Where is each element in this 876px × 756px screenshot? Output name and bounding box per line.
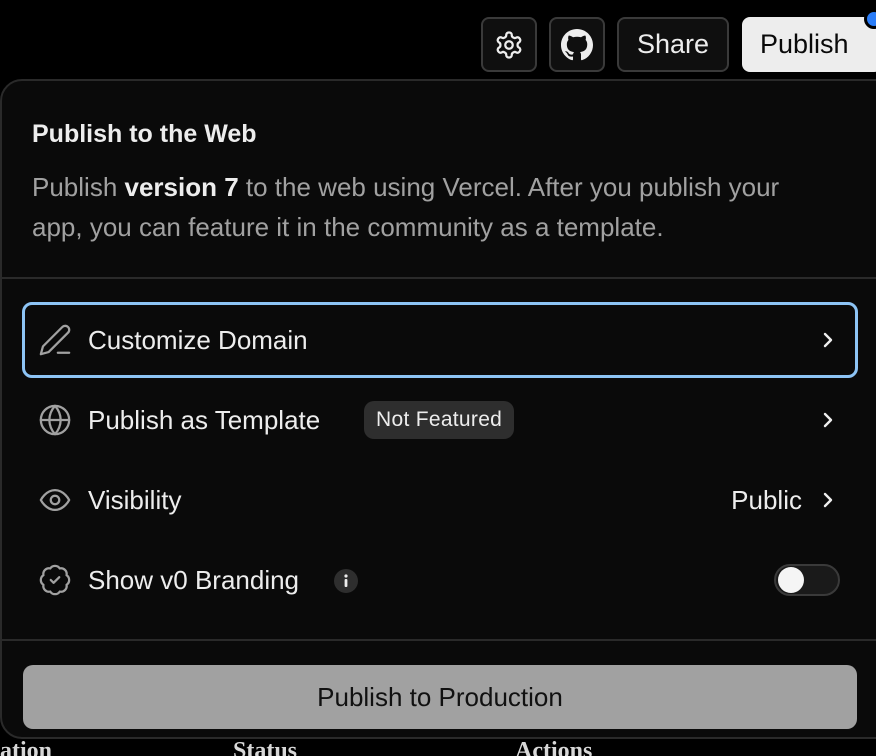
publish-template-label: Publish as Template (88, 404, 321, 435)
publish-template-row[interactable]: Publish as Template Not Featured (22, 382, 858, 458)
visibility-row[interactable]: Visibility Public (22, 462, 858, 538)
background-column-label: Status (233, 738, 298, 756)
branding-label: Show v0 Branding (88, 564, 300, 595)
toggle-knob (778, 567, 804, 593)
pencil-icon (39, 324, 71, 356)
badge-check-icon (39, 564, 71, 596)
publish-button[interactable]: Publish (742, 17, 876, 72)
top-toolbar: Share Publish (0, 0, 876, 80)
visibility-label: Visibility (88, 484, 182, 515)
publish-popover: Publish to the Web Publish version 7 to … (0, 79, 876, 739)
info-icon[interactable] (334, 569, 358, 593)
visibility-value: Public (731, 484, 802, 515)
gear-icon (496, 30, 522, 59)
chevron-right-icon (823, 492, 833, 508)
github-icon (561, 28, 593, 60)
divider (2, 639, 876, 641)
background-column-label: ation (0, 738, 53, 756)
background-column-label: Actions (515, 738, 593, 756)
publish-production-button[interactable]: Publish to Production (23, 665, 857, 729)
branding-row: Show v0 Branding (22, 542, 858, 618)
customize-domain-row[interactable]: Customize Domain (22, 302, 858, 378)
customize-domain-label: Customize Domain (88, 324, 308, 355)
settings-button[interactable] (481, 17, 537, 72)
globe-icon (39, 404, 71, 436)
branding-toggle[interactable] (774, 564, 840, 596)
panel-title: Publish to the Web (32, 120, 257, 148)
version-label: version 7 (124, 172, 239, 202)
status-badge: Not Featured (364, 401, 515, 439)
chevron-right-icon (823, 332, 833, 348)
chevron-right-icon (823, 412, 833, 428)
description-text: Publish (32, 172, 125, 202)
github-button[interactable] (549, 17, 605, 72)
panel-description: Publish version 7 to the web using Verce… (32, 167, 832, 247)
share-button[interactable]: Share (617, 17, 729, 72)
divider (2, 277, 876, 279)
eye-icon (39, 488, 71, 512)
